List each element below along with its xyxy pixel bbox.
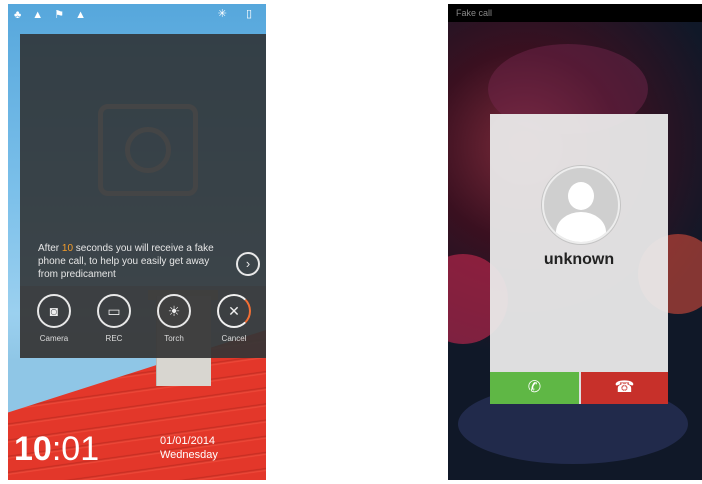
weekday-text: Wednesday (160, 449, 218, 461)
right-phone-screen: Fake call unknown ✆ ☎ (448, 4, 702, 480)
avatar-body (556, 212, 606, 242)
camera-watermark-icon (98, 104, 198, 196)
date-display: 01/01/2014 Wednesday (160, 434, 218, 462)
system-icons: ✳ ▯ (217, 8, 260, 20)
incoming-call-card: unknown ✆ ☎ (490, 114, 668, 404)
fake-call-panel: After 10 seconds you will receive a fake… (20, 34, 266, 358)
clock-hours: 10 (14, 430, 52, 468)
decline-button[interactable]: ☎ (581, 372, 668, 404)
phone-decline-icon: ☎ (614, 379, 635, 396)
recorder-icon: ▭ (97, 294, 131, 328)
camera-icon: ◙ (37, 294, 71, 328)
close-icon: ✕ (217, 294, 251, 328)
status-bar: Fake call (448, 4, 702, 22)
torch-label: Torch (164, 334, 184, 343)
phone-answer-icon: ✆ (527, 379, 542, 396)
clock: 10:01 (14, 430, 99, 469)
notification-icons: ♣ ▲ ⚑ ▲ (14, 9, 91, 21)
cancel-button[interactable]: ✕ Cancel (212, 294, 256, 343)
action-bar: ◙ Camera ▭ REC ☀ Torch ✕ Cancel (20, 286, 266, 358)
clock-separator: : (51, 430, 62, 468)
answer-button[interactable]: ✆ (490, 372, 579, 404)
fake-call-info: After 10 seconds you will receive a fake… (38, 242, 224, 281)
camera-label: Camera (39, 334, 69, 343)
camera-button[interactable]: ◙ Camera (32, 294, 76, 343)
clock-minutes: 01 (61, 430, 100, 468)
date-text: 01/01/2014 (160, 435, 216, 447)
torch-button[interactable]: ☀ Torch (152, 294, 196, 343)
rec-button[interactable]: ▭ REC (92, 294, 136, 343)
info-text-before: After (38, 243, 62, 254)
caller-name: unknown (543, 251, 615, 268)
left-phone-screen: ♣ ▲ ⚑ ▲ ✳ ▯ After 10 seconds you will re… (8, 4, 266, 480)
info-seconds: 10 (61, 243, 74, 254)
torch-icon: ☀ (157, 294, 191, 328)
status-text: Fake call (456, 8, 493, 18)
avatar-head (568, 182, 594, 210)
rec-label: REC (105, 334, 123, 343)
status-bar: ♣ ▲ ⚑ ▲ ✳ ▯ (8, 4, 266, 26)
avatar (542, 166, 620, 244)
cancel-label: Cancel (221, 334, 247, 343)
next-arrow-button[interactable]: › (236, 252, 260, 276)
